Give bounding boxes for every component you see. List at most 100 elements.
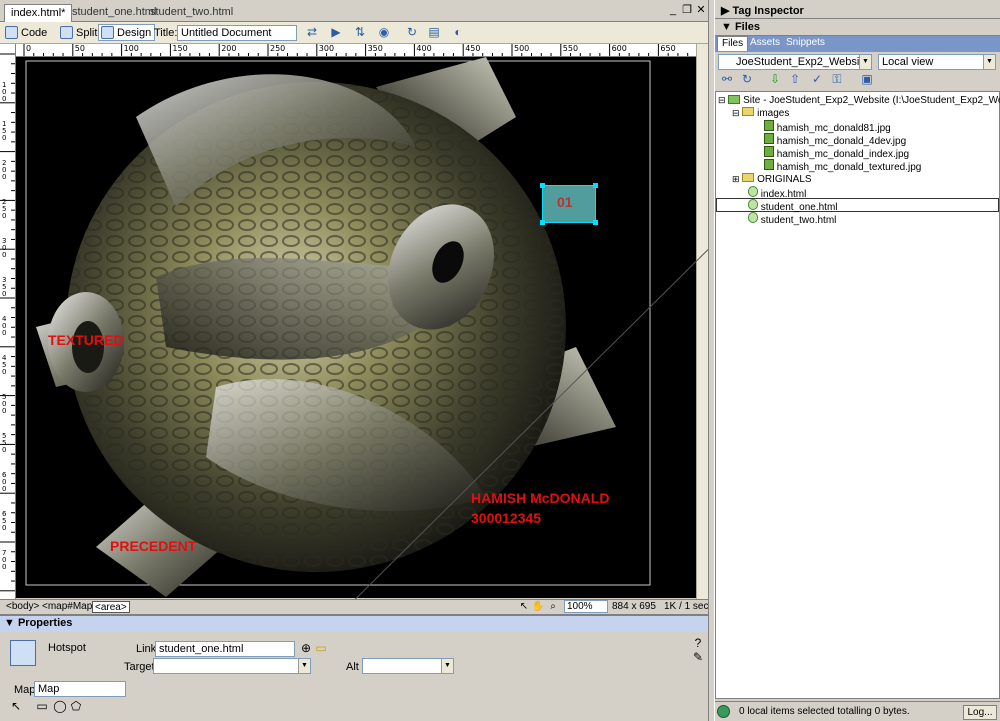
code-view-button[interactable]: Code [2,24,51,41]
properties-header[interactable]: ▼ Properties [0,616,708,632]
code-label: Code [21,27,48,39]
panel-splitter[interactable] [708,0,715,721]
target-select[interactable]: ▼ [153,658,311,674]
alt-label: Alt [346,661,359,673]
circle-hotspot-icon[interactable]: ◯ [52,699,68,714]
document-title-input[interactable]: Untitled Document [177,25,297,41]
root-label: Site - JoeStudent_Exp2_Website (I:\JoeSt… [743,95,1000,106]
resize-handle[interactable] [593,220,598,225]
ruler-label: 600 [2,471,7,494]
check-in-icon[interactable]: ⚿ [829,72,845,87]
author-name-text: HAMISH McDONALD [471,490,609,506]
ruler-ticks [23,44,698,56]
refresh-files-icon[interactable]: ↻ [739,72,755,87]
ruler-label: 550 [562,44,579,53]
minimize-icon[interactable]: _ [667,4,679,16]
design-view-button[interactable]: Design [98,24,156,41]
files-title: Files [734,21,761,33]
globe-icon[interactable]: ◉ [376,25,392,40]
check-out-icon[interactable]: ✓ [809,72,825,87]
horizontal-ruler: 0 50 100 150 200 250 300 350 400 450 500 550 600 650 [16,44,708,57]
alt-select[interactable]: ▼ [362,658,454,674]
vertical-ruler: 100 150 200 250 300 350 400 450 500 550 600 650 700 [0,44,16,599]
originals-folder[interactable]: ⊞ ORIGINALS [732,173,812,186]
point-to-file-icon[interactable]: ⊕ [298,641,314,656]
snippets-tab[interactable]: Snippets [782,36,829,51]
preview-icon[interactable]: ▶ [328,25,344,40]
file-item[interactable]: hamish_mc_donald_4dev.jpg [764,133,906,147]
files-status-text: 0 local items selected totalling 0 bytes… [739,706,910,717]
view-select[interactable]: Local view ▼ [878,54,996,70]
images-folder[interactable]: ⊟ images [732,107,789,120]
file-name: student_two.html [760,215,837,226]
image-map-hotspot[interactable]: 01 [540,183,598,225]
file-item[interactable]: hamish_mc_donald_index.jpg [764,146,909,160]
tree-root[interactable]: ⊟ Site - JoeStudent_Exp2_Website (I:\Joe… [718,94,1000,107]
ruler-label: 0 [26,44,32,53]
ruler-label: 500 [514,44,530,53]
files-status-bar: 0 local items selected totalling 0 bytes… [715,701,1000,721]
zoom-tool-icon[interactable]: ⌕ [545,599,561,614]
connect-icon[interactable]: ⚯ [719,72,735,87]
zoom-select[interactable]: 100% [564,600,608,613]
ruler-label: 400 [416,44,432,53]
html-file-icon [748,212,758,223]
tag-inspector-header[interactable]: ▶ Tag Inspector [715,2,1000,19]
refresh-icon[interactable]: ↻ [404,25,420,40]
map-label: Map [14,684,36,696]
tag-area[interactable]: <area> [92,601,130,613]
quick-tag-icon[interactable]: ✎ [690,650,706,665]
file-item[interactable]: hamish_mc_donald81.jpg [764,120,891,134]
window-size[interactable]: 884 x 695 [610,601,658,613]
file-item[interactable]: student_two.html [748,212,837,226]
view-options-icon[interactable]: ▤ [426,25,442,40]
tag-body[interactable]: <body> [4,601,41,613]
visual-aids-icon[interactable]: ◐ [450,25,466,40]
precedent-link-text: PRECEDENT [110,538,197,554]
ruler-label: 300 [318,44,335,53]
files-header[interactable]: ▼ Files [715,19,1000,36]
split-view-button[interactable]: Split [57,24,101,41]
status-globe-icon [717,705,730,718]
put-files-icon[interactable]: ⇧ [787,72,803,87]
hand-tool-icon[interactable]: ✋ [530,599,546,614]
assets-tab[interactable]: Assets [746,36,784,51]
html-file-icon [748,199,758,210]
file-item-selected[interactable]: student_one.html [748,199,838,213]
files-tab[interactable]: Files [717,36,749,51]
split-label: Split [76,27,98,39]
file-item[interactable]: hamish_mc_donald_textured.jpg [764,159,921,173]
close-icon[interactable]: ✕ [695,4,707,16]
resize-handle[interactable] [540,183,545,188]
design-canvas[interactable]: TEXTURED PRECEDENT HAMISH McDONALD 30001… [16,57,696,598]
folder-icon [742,173,755,182]
help-icon[interactable]: ? [690,636,706,651]
pointer-hotspot-tool-icon[interactable]: ↖ [8,699,24,714]
get-files-icon[interactable]: ⇩ [767,72,783,87]
image-file-icon [764,120,774,131]
browse-folder-icon[interactable]: ▭ [313,641,329,656]
site-select-value: JoeStudent_Exp2_Website [736,56,869,68]
resize-handle[interactable] [593,183,598,188]
file-tree: ⊟ Site - JoeStudent_Exp2_Website (I:\Joe… [715,91,1000,699]
polygon-hotspot-icon[interactable]: ⬠ [68,699,84,714]
view-select-value: Local view [882,56,934,68]
textured-link-text: TEXTURED [48,332,123,348]
log-button[interactable]: Log... [963,705,997,720]
student-id-text: 300012345 [471,510,541,526]
ruler-label: 350 [367,44,383,53]
ruler-label: 400 [2,315,7,338]
rectangle-hotspot-icon[interactable]: ▭ [34,699,50,714]
resize-handle[interactable] [540,220,545,225]
tab-student-two[interactable]: student_two.html [144,4,239,22]
tab-index[interactable]: index.html* [4,4,73,22]
map-name-input[interactable]: Map [34,681,126,697]
site-select[interactable]: JoeStudent_Exp2_Website ▼ [718,54,872,70]
restore-icon[interactable]: ❐ [681,4,693,16]
refresh-design-icon[interactable]: ⇅ [352,25,368,40]
expand-panel-icon[interactable]: ▣ [859,72,875,87]
canvas-vertical-scrollbar[interactable] [696,44,708,599]
file-management-icon[interactable]: ⇄ [304,25,320,40]
link-input[interactable]: student_one.html [155,641,295,657]
design-icon [101,26,114,39]
